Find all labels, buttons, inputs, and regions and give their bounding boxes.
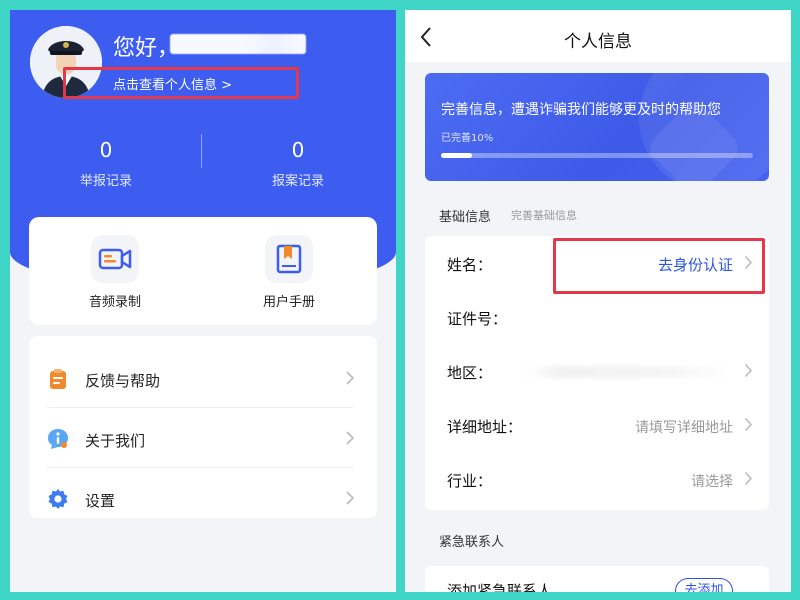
menu-item-label: 设置 bbox=[85, 492, 116, 510]
field-label: 证件号： bbox=[447, 310, 508, 328]
completion-banner: 完善信息，遭遇诈骗我们能够更及时的帮助您 已完善10% bbox=[425, 73, 769, 181]
highlight-box bbox=[63, 67, 299, 99]
stat-label: 报案记录 bbox=[271, 174, 324, 189]
field-label: 详细地址： bbox=[447, 418, 523, 436]
info-chat-icon bbox=[48, 429, 68, 449]
add-emergency-contact-row[interactable]: 添加紧急联系人 去添加 bbox=[425, 566, 769, 592]
chevron-right-icon bbox=[744, 471, 753, 486]
form-row-id-number[interactable]: 证件号： bbox=[425, 290, 769, 344]
highlight-box bbox=[553, 238, 765, 294]
gear-icon bbox=[48, 489, 68, 509]
navigation-bar: 个人信息 bbox=[405, 10, 791, 62]
page-title: 个人信息 bbox=[564, 32, 632, 52]
menu-item-settings[interactable]: 设置 bbox=[29, 468, 377, 528]
field-label: 行业： bbox=[447, 472, 493, 490]
form-row-industry[interactable]: 行业： 请选择 bbox=[425, 452, 769, 506]
case-records-stat[interactable]: 0 报案记录 bbox=[238, 138, 358, 189]
blurred-username bbox=[170, 34, 306, 54]
stat-label: 举报记录 bbox=[79, 174, 132, 189]
video-camera-icon bbox=[91, 235, 139, 283]
stat-divider bbox=[201, 134, 202, 168]
menu-item-label: 关于我们 bbox=[85, 432, 146, 450]
quick-actions-card: 音频录制 用户手册 bbox=[29, 217, 377, 325]
emergency-contact-label: 添加紧急联系人 bbox=[447, 582, 553, 592]
chevron-right-icon bbox=[744, 417, 753, 432]
basic-info-section-title: 基础信息 bbox=[439, 210, 492, 225]
report-records-stat[interactable]: 0 举报记录 bbox=[46, 138, 166, 189]
profile-screen: 您好， 点击查看个人信息 > 0 举报记录 0 报案记录 音频录制 用户手册 反… bbox=[10, 10, 396, 592]
chevron-right-icon bbox=[346, 371, 355, 385]
stat-value: 0 bbox=[291, 138, 305, 162]
field-label: 姓名： bbox=[447, 256, 493, 274]
address-placeholder[interactable]: 请填写详细地址 bbox=[635, 417, 733, 437]
quick-action-label: 音频录制 bbox=[88, 295, 141, 310]
progress-bar bbox=[441, 153, 753, 158]
chevron-right-icon bbox=[744, 363, 753, 378]
menu-list: 反馈与帮助 关于我们 设置 bbox=[29, 336, 377, 518]
chevron-right-icon bbox=[346, 491, 355, 505]
menu-item-about[interactable]: 关于我们 bbox=[29, 408, 377, 468]
banner-text: 完善信息，遭遇诈骗我们能够更及时的帮助您 bbox=[441, 102, 721, 118]
form-row-address[interactable]: 详细地址： 请填写详细地址 bbox=[425, 398, 769, 452]
field-label: 地区： bbox=[447, 364, 493, 382]
form-row-region[interactable]: 地区： bbox=[425, 344, 769, 398]
blurred-region-value bbox=[523, 366, 733, 378]
progress-fill bbox=[441, 153, 473, 158]
menu-item-label: 反馈与帮助 bbox=[85, 372, 161, 390]
audio-record-action[interactable]: 音频录制 bbox=[55, 235, 175, 310]
personal-info-screen: 个人信息 完善信息，遭遇诈骗我们能够更及时的帮助您 已完善10% 基础信息 完善… bbox=[405, 10, 791, 592]
progress-label: 已完善10% bbox=[441, 133, 494, 144]
basic-info-section-hint: 完善基础信息 bbox=[511, 209, 577, 222]
emergency-section-title: 紧急联系人 bbox=[439, 535, 505, 550]
industry-select[interactable]: 请选择 bbox=[691, 471, 733, 491]
chevron-right-icon bbox=[346, 431, 355, 445]
menu-item-feedback[interactable]: 反馈与帮助 bbox=[29, 348, 377, 408]
quick-action-label: 用户手册 bbox=[262, 295, 315, 310]
add-contact-button[interactable]: 去添加 bbox=[675, 578, 733, 592]
bookmark-book-icon bbox=[265, 235, 313, 283]
user-manual-action[interactable]: 用户手册 bbox=[229, 235, 349, 310]
clipboard-icon bbox=[50, 369, 66, 389]
stat-value: 0 bbox=[99, 138, 113, 162]
